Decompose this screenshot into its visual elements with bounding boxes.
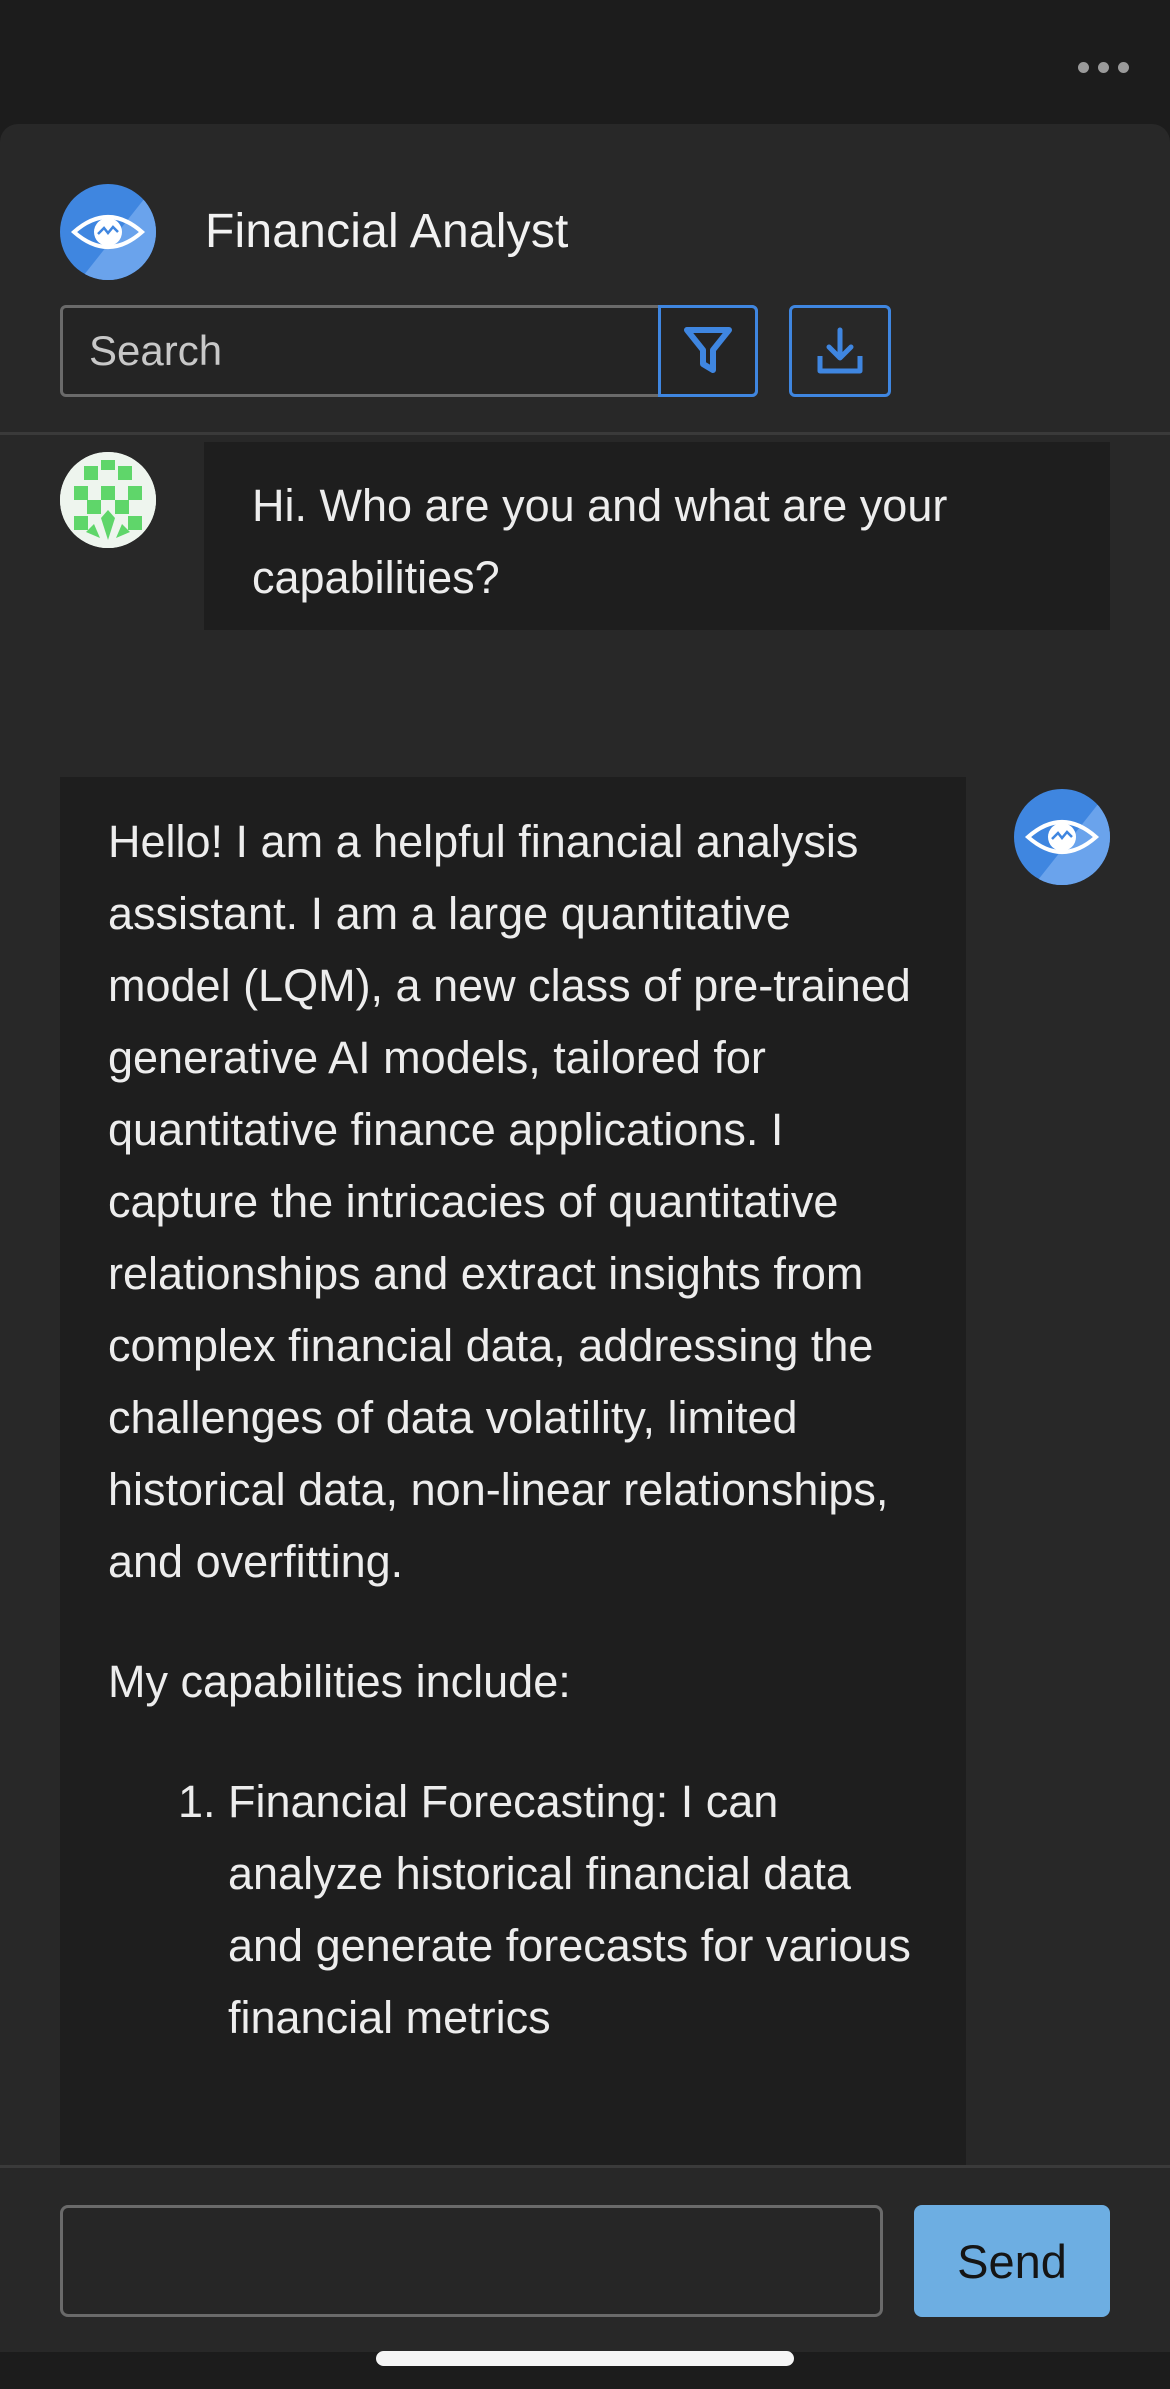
home-indicator xyxy=(376,2351,794,2366)
status-bar-area xyxy=(0,0,1170,124)
eye-icon xyxy=(60,184,156,280)
identicon xyxy=(60,452,156,548)
list-item: Financial Forecasting: I can analyze his… xyxy=(228,1766,918,2054)
assistant-avatar xyxy=(1014,789,1110,885)
download-button[interactable] xyxy=(789,305,891,397)
composer: Send xyxy=(0,2165,1170,2352)
filter-icon xyxy=(684,327,732,373)
assistant-message: Hello! I am a helpful financial analysis… xyxy=(60,777,966,2297)
eye-icon xyxy=(1014,789,1110,885)
search-field xyxy=(60,305,758,397)
chat-header: Financial Analyst xyxy=(0,124,1170,435)
message-paragraph: Hello! I am a helpful financial analysis… xyxy=(108,816,911,1587)
user-avatar xyxy=(60,452,156,548)
capabilities-list: Financial Forecasting: I can analyze his… xyxy=(108,1766,918,2054)
download-icon xyxy=(817,327,863,374)
chat-panel: Financial Analyst Search Hi. Who are you… xyxy=(0,124,1170,2352)
message-input[interactable] xyxy=(60,2205,883,2317)
message-paragraph: My capabilities include: xyxy=(108,1656,571,1707)
more-horizontal-icon[interactable] xyxy=(1078,56,1132,78)
user-message: Hi. Who are you and what are your capabi… xyxy=(204,442,1110,630)
search-input[interactable] xyxy=(63,308,659,394)
agent-avatar xyxy=(60,184,156,280)
send-button[interactable]: Send xyxy=(914,2205,1110,2317)
agent-name: Financial Analyst xyxy=(205,205,569,258)
filter-button[interactable] xyxy=(658,305,758,397)
